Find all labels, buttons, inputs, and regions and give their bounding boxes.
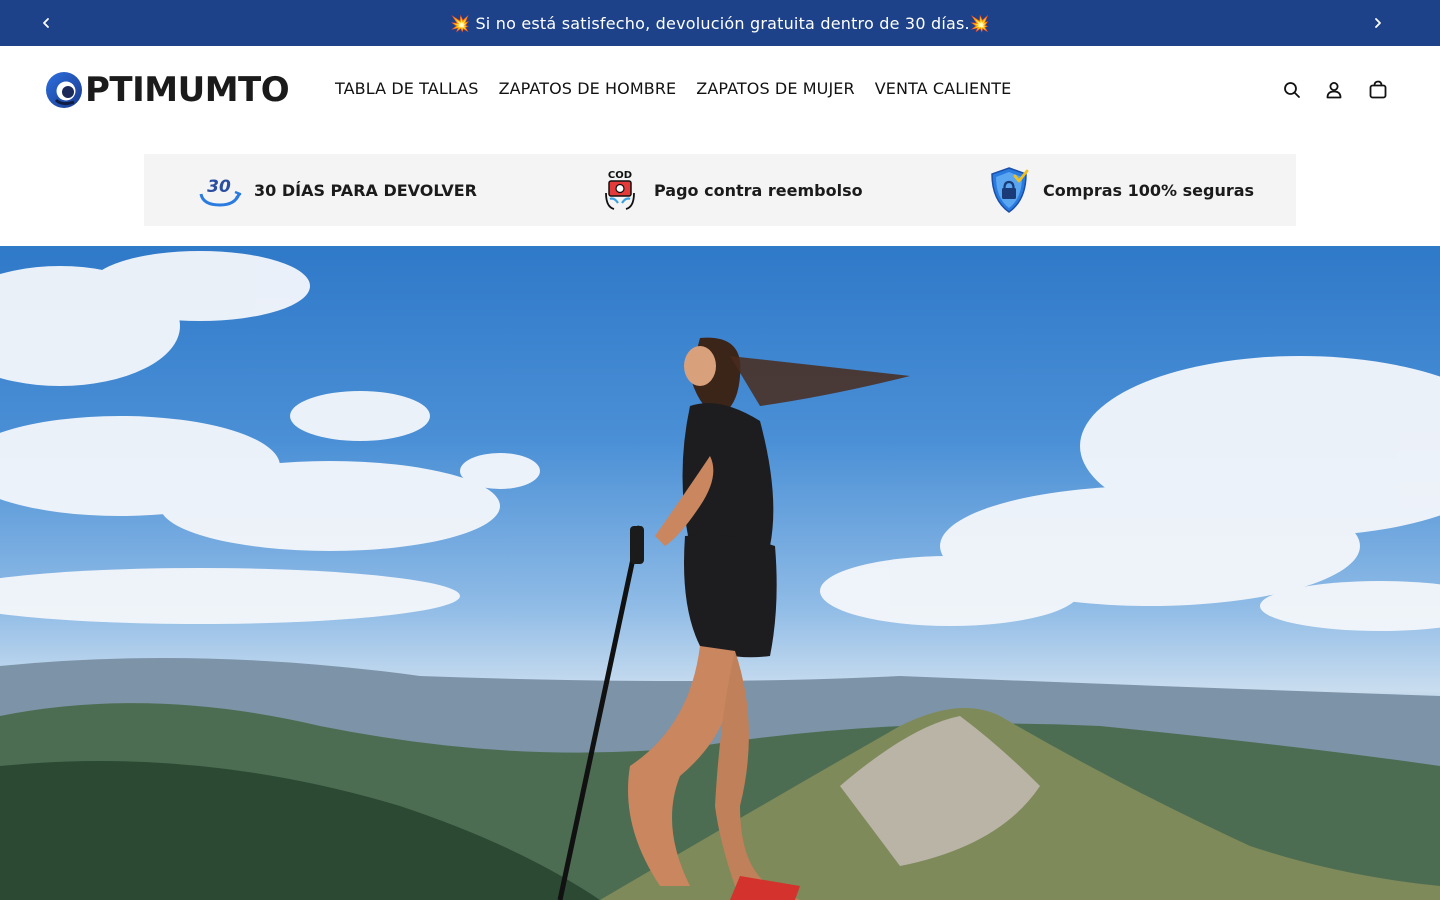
svg-text:30: 30 (207, 177, 231, 197)
cart-button[interactable] (1366, 78, 1390, 102)
logo-o-icon (46, 72, 82, 108)
announcement-message: 💥 Si no está satisfecho, devolución grat… (450, 13, 990, 33)
announcement-next-button[interactable] (1366, 11, 1390, 35)
brand-logo[interactable]: PTIMUMTO (44, 68, 290, 112)
trust-item-returns: 30 30 DÍAS PARA DEVOLVER (196, 154, 477, 226)
30-days-return-icon: 30 (196, 166, 244, 214)
nav-item-men-shoes[interactable]: ZAPATOS DE HOMBRE (499, 77, 677, 101)
site-header: PTIMUMTO TABLA DE TALLAS ZAPATOS DE HOMB… (0, 46, 1440, 134)
trust-label-cod: Pago contra reembolso (654, 180, 863, 200)
trust-label-secure: Compras 100% seguras (1043, 180, 1255, 200)
trust-item-secure: Compras 100% seguras (985, 154, 1254, 226)
nav-item-size-chart[interactable]: TABLA DE TALLAS (335, 77, 479, 101)
trust-badges: 30 30 DÍAS PARA DEVOLVER COD Pago contra… (144, 154, 1296, 226)
hiker-woman-mountain-summit-photo (0, 251, 1440, 900)
hero-banner (0, 246, 1440, 900)
announcement-prev-button[interactable] (34, 11, 58, 35)
svg-text:COD: COD (608, 170, 632, 181)
account-button[interactable] (1322, 78, 1346, 102)
brand-name: PTIMUMTO (85, 70, 290, 110)
chevron-left-icon (43, 18, 49, 28)
main-nav: TABLA DE TALLAS ZAPATOS DE HOMBRE ZAPATO… (335, 77, 1011, 101)
cart-icon (1369, 80, 1387, 99)
nav-item-hot-sale[interactable]: VENTA CALIENTE (875, 77, 1012, 101)
search-button[interactable] (1280, 78, 1304, 102)
cash-on-delivery-icon: COD (596, 166, 644, 214)
chevron-right-icon (1375, 18, 1381, 28)
nav-item-women-shoes[interactable]: ZAPATOS DE MUJER (696, 77, 854, 101)
announcement-bar: 💥 Si no está satisfecho, devolución grat… (0, 0, 1440, 46)
trust-label-returns: 30 DÍAS PARA DEVOLVER (254, 180, 477, 200)
secure-shield-icon (985, 166, 1033, 214)
account-icon (1326, 82, 1342, 99)
trust-item-cod: COD Pago contra reembolso (596, 154, 863, 226)
search-icon (1284, 82, 1300, 98)
